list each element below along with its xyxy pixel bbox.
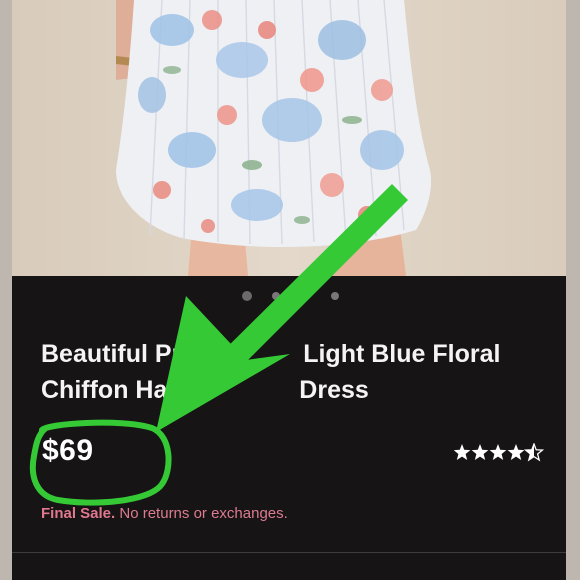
section-divider xyxy=(12,552,566,553)
final-sale-label: Final Sale. xyxy=(41,505,116,522)
final-sale-text: No returns or exchanges. xyxy=(119,505,288,522)
star-icon xyxy=(507,444,525,460)
product-info-panel xyxy=(12,276,566,580)
carousel-dot-4[interactable] xyxy=(331,292,339,300)
product-price: $69 xyxy=(42,434,94,467)
carousel-dot-3[interactable] xyxy=(302,292,310,300)
star-icon xyxy=(471,444,489,460)
half-star-icon xyxy=(523,442,545,462)
rating-stars[interactable] xyxy=(453,442,545,463)
carousel-dots[interactable] xyxy=(0,291,580,302)
final-sale-notice: Final Sale. No returns or exchanges. xyxy=(41,505,288,522)
star-icon xyxy=(453,444,471,460)
title-line2-start: Chiffon Ha xyxy=(41,376,168,404)
title-line2-end: Dress xyxy=(299,376,369,404)
carousel-dot-2[interactable] xyxy=(272,292,280,300)
title-line1-end: Light Blue Floral xyxy=(303,340,501,368)
title-line1-start: Beautiful Pr xyxy=(41,340,182,368)
product-title: Beautiful Pr Light Blue Floral Chiffon H… xyxy=(41,336,521,408)
product-image[interactable] xyxy=(12,0,566,276)
star-icon xyxy=(489,444,507,460)
frame-edge-right xyxy=(566,0,580,580)
frame-edge-left xyxy=(0,0,12,580)
carousel-dot-1[interactable] xyxy=(242,291,252,301)
